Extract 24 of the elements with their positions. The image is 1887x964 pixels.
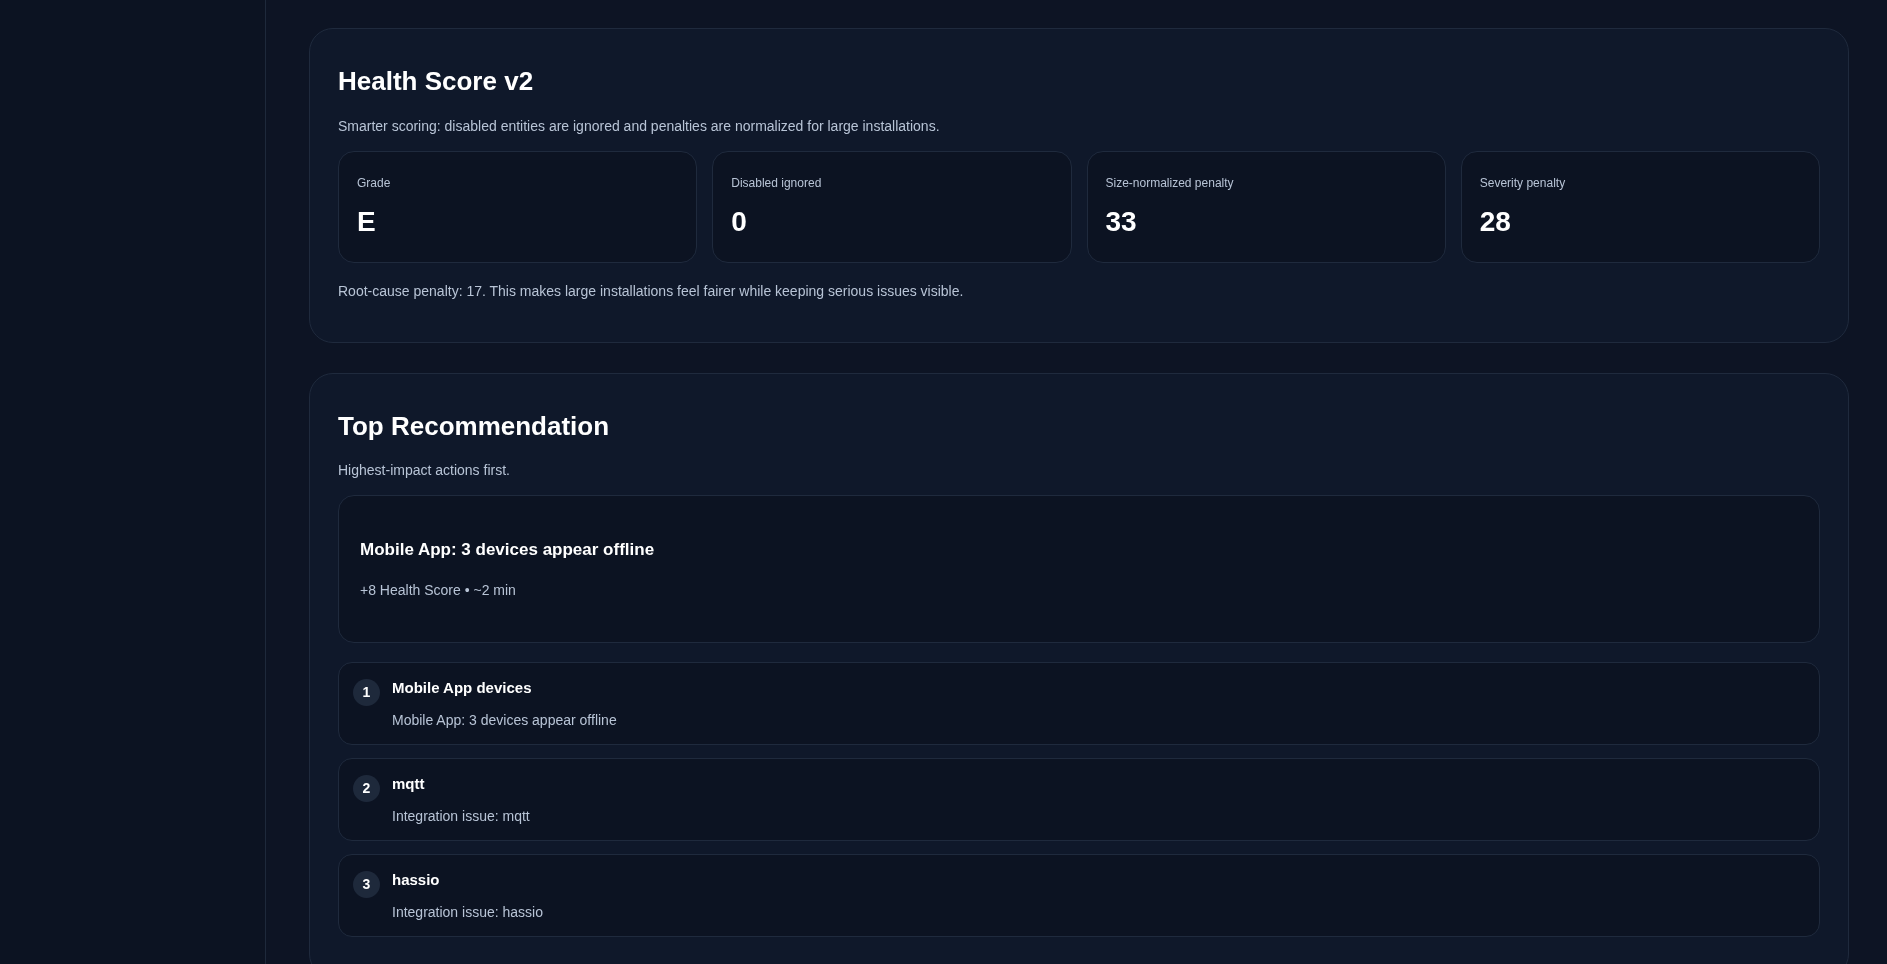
stat-label: Severity penalty xyxy=(1479,174,1567,192)
item-detail: Integration issue: mqtt xyxy=(392,806,530,826)
card-description: Highest-impact actions first. xyxy=(338,461,511,480)
stat-label: Disabled ignored xyxy=(731,174,823,192)
rank-badge: 3 xyxy=(353,871,380,898)
stat-value: E xyxy=(357,207,377,236)
card-title: Health Score v2 xyxy=(338,65,535,98)
stat-label: Grade xyxy=(357,174,392,192)
item-detail: Integration issue: hassio xyxy=(392,902,543,922)
recommendation-title: Mobile App: 3 devices appear offline xyxy=(360,538,656,561)
stat-value: 28 xyxy=(1479,207,1512,236)
item-title: mqtt xyxy=(392,774,426,794)
rank-badge: 2 xyxy=(353,775,380,802)
stat-label: Size-normalized penalty xyxy=(1105,174,1235,192)
item-title: hassio xyxy=(392,870,441,890)
stat-value: 33 xyxy=(1105,207,1138,236)
card-title: Top Recommendation xyxy=(338,409,611,442)
rank-badge: 1 xyxy=(353,679,380,706)
item-title: Mobile App devices xyxy=(392,678,533,698)
stat-value: 0 xyxy=(731,207,748,236)
card-description: Smarter scoring: disabled entities are ignored and penalties are normalized for large installations. xyxy=(338,116,941,136)
recommendation-meta: +8 Health Score • ~2 min xyxy=(360,581,517,601)
item-detail: Mobile App: 3 devices appear offline xyxy=(392,710,617,730)
card-note: Root-cause penalty: 17. This makes large installations feel fairer while keeping serious issues visible. xyxy=(338,281,965,301)
